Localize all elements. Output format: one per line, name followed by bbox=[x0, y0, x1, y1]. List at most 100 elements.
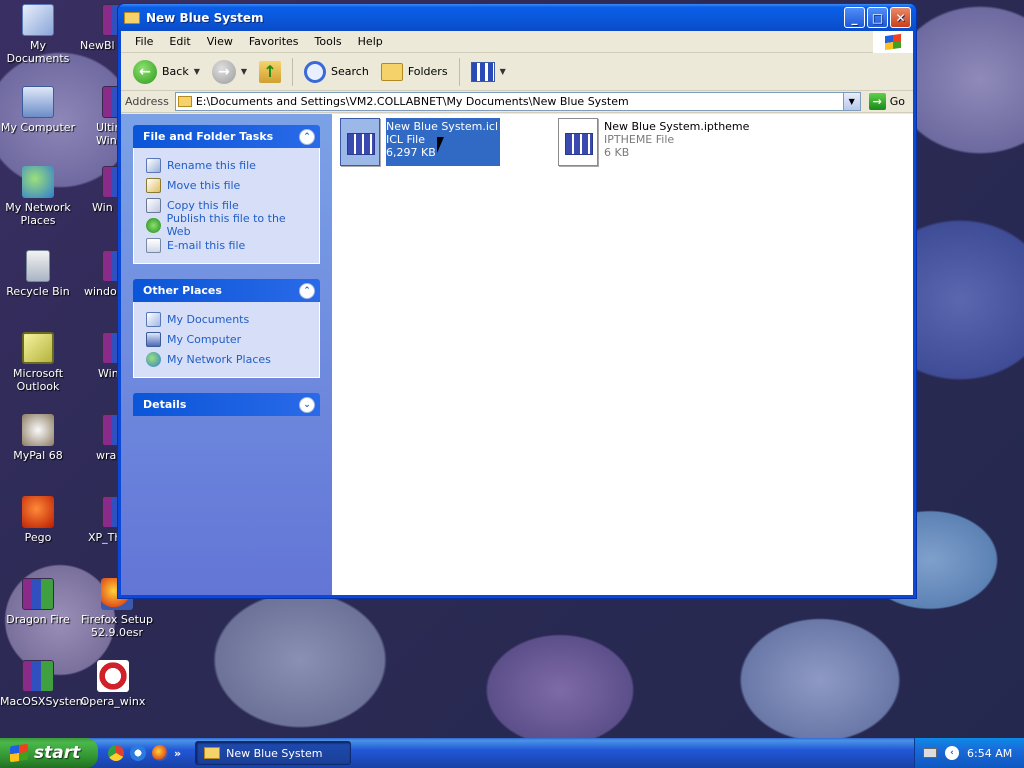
chrome-icon[interactable] bbox=[108, 745, 124, 761]
search-icon bbox=[304, 60, 327, 83]
menu-view[interactable]: View bbox=[199, 33, 241, 50]
desktop-icon-label: Opera_winx bbox=[80, 695, 146, 708]
desktop-icon-win[interactable]: Win bbox=[80, 166, 120, 214]
other-places-panel: Other Places ⌃ My Documents My Computer bbox=[133, 279, 320, 378]
panel-title: File and Folder Tasks bbox=[143, 130, 274, 143]
other-places-body: My Documents My Computer My Network Plac… bbox=[133, 302, 320, 378]
task-move-file[interactable]: Move this file bbox=[146, 175, 309, 195]
desktop-icon-my-documents[interactable]: My Documents bbox=[0, 4, 76, 65]
go-button[interactable]: → Go bbox=[865, 93, 909, 110]
address-dropdown-icon[interactable]: ▼ bbox=[842, 93, 860, 110]
desktop-icon-opera[interactable]: Opera_winx bbox=[78, 660, 148, 708]
internet-explorer-icon[interactable] bbox=[130, 745, 146, 761]
folder-icon bbox=[204, 747, 221, 759]
folders-label: Folders bbox=[407, 65, 448, 78]
file-folder-tasks-header[interactable]: File and Folder Tasks ⌃ bbox=[133, 125, 320, 148]
my-computer-icon bbox=[22, 86, 54, 118]
menu-edit[interactable]: Edit bbox=[161, 33, 198, 50]
start-button[interactable]: start bbox=[0, 738, 98, 768]
firefox-icon[interactable] bbox=[152, 745, 168, 761]
task-label: Copy this file bbox=[167, 198, 239, 212]
desktop-icon-dragon-fire[interactable]: Dragon Fire bbox=[0, 578, 76, 626]
back-dropdown-icon[interactable]: ▼ bbox=[194, 67, 200, 76]
search-button[interactable]: Search bbox=[300, 58, 373, 86]
icl-file-icon bbox=[340, 118, 380, 166]
folder-up-icon: ↑ bbox=[259, 60, 282, 83]
place-label: My Network Places bbox=[167, 352, 271, 366]
taskbar-item-new-blue-system[interactable]: New Blue System bbox=[195, 741, 352, 765]
clock[interactable]: 6:54 AM bbox=[967, 747, 1012, 760]
menu-favorites[interactable]: Favorites bbox=[241, 33, 307, 50]
file-folder-tasks-panel: File and Folder Tasks ⌃ Rename this file… bbox=[133, 125, 320, 264]
keyboard-icon[interactable] bbox=[923, 748, 937, 758]
desktop-icon-my-computer[interactable]: My Computer bbox=[0, 86, 76, 134]
desktop-icon-window[interactable]: window bbox=[80, 250, 120, 298]
desktop-icon-mypal[interactable]: MyPal 68 bbox=[0, 414, 76, 462]
windows-logo bbox=[873, 31, 913, 53]
forward-dropdown-icon[interactable]: ▼ bbox=[241, 67, 247, 76]
address-value: E:\Documents and Settings\VM2.COLLABNET\… bbox=[195, 95, 629, 108]
desktop-icon-newblue[interactable]: NewBl bbox=[80, 4, 120, 52]
file-name: New Blue System.icl bbox=[386, 120, 499, 133]
expand-chevron-icon[interactable]: ⌄ bbox=[299, 397, 315, 413]
folders-button[interactable]: Folders bbox=[377, 60, 452, 84]
title-bar[interactable]: New Blue System _ □ ✕ bbox=[118, 4, 916, 31]
task-publish-web[interactable]: Publish this file to the Web bbox=[146, 212, 309, 238]
my-documents-icon bbox=[146, 311, 161, 327]
desktop-icon-wra[interactable]: wra bbox=[80, 414, 120, 462]
file-item-icl[interactable]: New Blue System.icl ICL File 6,297 KB bbox=[340, 118, 501, 166]
address-label: Address bbox=[125, 95, 169, 108]
minimize-button[interactable]: _ bbox=[844, 7, 865, 28]
task-email-file[interactable]: E-mail this file bbox=[146, 235, 309, 255]
details-header[interactable]: Details ⌄ bbox=[133, 393, 320, 416]
desktop-icon-my-network-places[interactable]: My Network Places bbox=[0, 166, 76, 227]
desktop-icon-label: Recycle Bin bbox=[6, 285, 70, 298]
file-item-iptheme[interactable]: New Blue System.iptheme IPTHEME File 6 K… bbox=[558, 118, 749, 166]
panel-title: Details bbox=[143, 398, 187, 411]
minimize-icon: _ bbox=[851, 10, 858, 25]
views-icon bbox=[470, 61, 495, 82]
menu-tools[interactable]: Tools bbox=[307, 33, 350, 50]
desktop-icon-recycle-bin[interactable]: Recycle Bin bbox=[0, 250, 76, 298]
place-my-computer[interactable]: My Computer bbox=[146, 329, 309, 349]
file-info: New Blue System.iptheme IPTHEME File 6 K… bbox=[604, 118, 749, 166]
views-button[interactable]: ▼ bbox=[467, 59, 510, 85]
desktop-icon-ultimate[interactable]: Ultim Windo bbox=[80, 86, 120, 147]
place-label: My Documents bbox=[167, 312, 250, 326]
menu-file[interactable]: File bbox=[127, 33, 161, 50]
collapse-chevron-icon[interactable]: ⌃ bbox=[299, 283, 315, 299]
quick-launch-more[interactable]: » bbox=[174, 747, 181, 760]
desktop-icon-label: Pego bbox=[24, 531, 52, 544]
other-places-header[interactable]: Other Places ⌃ bbox=[133, 279, 320, 302]
back-button[interactable]: ← Back ▼ bbox=[129, 57, 204, 87]
collapse-chevron-icon[interactable]: ⌃ bbox=[299, 129, 315, 145]
go-label: Go bbox=[889, 95, 905, 108]
menu-help[interactable]: Help bbox=[350, 33, 391, 50]
window-body: File Edit View Favorites Tools Help ← Ba… bbox=[121, 31, 913, 595]
desktop-icon-microsoft-outlook[interactable]: Microsoft Outlook bbox=[0, 332, 76, 393]
desktop-icon-macosxsystem[interactable]: MacOSXSystem bbox=[0, 660, 86, 708]
winrar-archive-icon bbox=[22, 578, 54, 610]
place-my-documents[interactable]: My Documents bbox=[146, 309, 309, 329]
address-input[interactable]: E:\Documents and Settings\VM2.COLLABNET\… bbox=[174, 92, 861, 111]
desktop-icon-pego[interactable]: Pego bbox=[0, 496, 76, 544]
file-list[interactable]: New Blue System.icl ICL File 6,297 KB Ne… bbox=[332, 114, 913, 595]
close-button[interactable]: ✕ bbox=[890, 7, 911, 28]
task-label: E-mail this file bbox=[167, 238, 246, 252]
desktop-icon-xp-th[interactable]: XP_Th bbox=[80, 496, 120, 544]
taskbar: start » New Blue System ‹ 6:54 AM bbox=[0, 738, 1024, 768]
show-hidden-icons-icon[interactable]: ‹ bbox=[945, 746, 959, 760]
desktop-icon-label: wra bbox=[96, 449, 117, 462]
up-button[interactable]: ↑ bbox=[255, 58, 285, 86]
task-rename-file[interactable]: Rename this file bbox=[146, 155, 309, 175]
maximize-button[interactable]: □ bbox=[867, 7, 888, 28]
place-my-network-places[interactable]: My Network Places bbox=[146, 349, 309, 369]
toolbar-separator bbox=[292, 57, 294, 86]
email-icon bbox=[146, 237, 161, 253]
forward-button[interactable]: → ▼ bbox=[208, 57, 251, 87]
forward-arrow-icon: → bbox=[211, 59, 236, 84]
rename-icon bbox=[146, 157, 161, 173]
desktop-icon-winl[interactable]: Winl bbox=[80, 332, 120, 380]
desktop-icon-label: My Documents bbox=[6, 39, 70, 65]
winrar-archive-icon bbox=[22, 660, 54, 692]
